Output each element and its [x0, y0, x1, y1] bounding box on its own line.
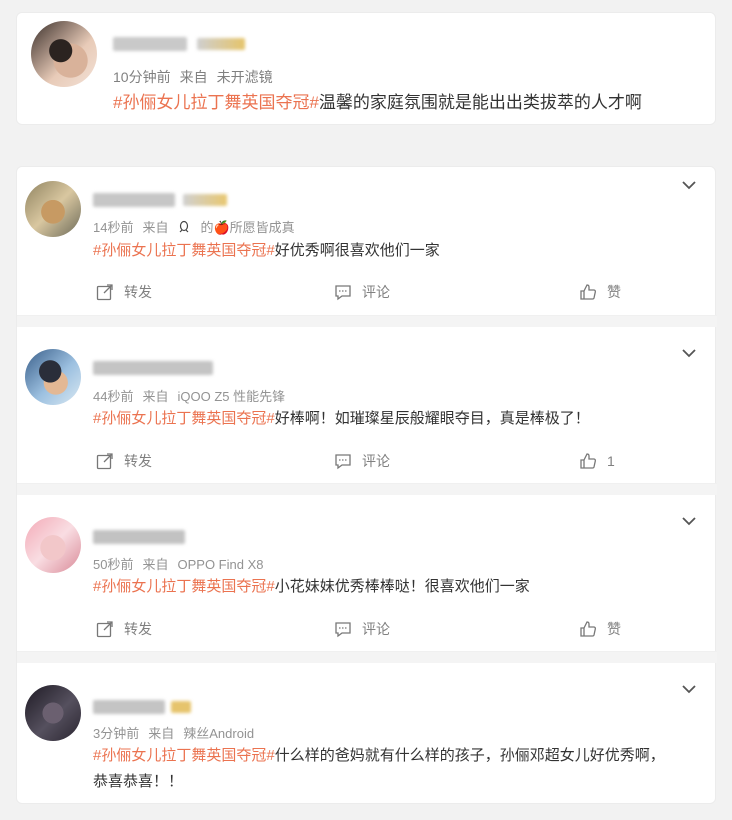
comment-icon [335, 285, 351, 301]
post-source: 未开滤镜 [216, 69, 273, 85]
from-label: 来自 [179, 69, 208, 85]
comment-meta: 3分钟前 来自 辣丝Android [93, 723, 254, 742]
avatar[interactable] [25, 685, 81, 741]
thumbs-up-icon [580, 453, 596, 469]
avatar[interactable] [25, 517, 81, 573]
like-button[interactable]: 赞 [579, 271, 621, 313]
comment-time[interactable]: 14秒前 [93, 220, 133, 235]
forward-icon [96, 621, 113, 638]
comment-text: #孙俪女儿拉丁舞英国夺冠#好优秀啊很喜欢他们一家 [93, 238, 440, 264]
forward-label: 转发 [124, 284, 152, 300]
post-body: 温馨的家庭氛围就是能出出类拔萃的人才啊 [318, 93, 642, 112]
comment-button[interactable]: 评论 [334, 440, 390, 482]
comment-body: 小花妹妹优秀棒棒哒！很喜欢他们一家 [274, 578, 530, 595]
comment-label: 评论 [362, 284, 390, 300]
avatar[interactable] [31, 21, 97, 87]
user-badge [183, 194, 227, 206]
comment-body: 好棒啊！如璀璨星辰般耀眼夺目，真是棒极了！ [274, 410, 590, 427]
like-button[interactable]: 1 [579, 440, 615, 482]
like-count: 1 [607, 453, 615, 469]
from-label: 来自 [142, 220, 169, 235]
user-badge [197, 38, 245, 50]
post-meta: 10分钟前 来自 未开滤镜 [113, 67, 273, 87]
chevron-down-icon[interactable] [681, 513, 697, 529]
forward-button[interactable]: 转发 [96, 440, 152, 482]
comment-icon [335, 622, 351, 638]
username[interactable] [93, 361, 213, 375]
username[interactable] [93, 700, 165, 714]
comment-body: 好优秀啊很喜欢他们一家 [274, 242, 440, 259]
forward-button[interactable]: 转发 [96, 608, 152, 650]
comment-label: 评论 [362, 621, 390, 637]
action-bar: 转发 评论 1 [17, 440, 717, 482]
divider [17, 483, 717, 495]
comment-icon [335, 454, 351, 470]
comment-text: #孙俪女儿拉丁舞英国夺冠#什么样的爸妈就有什么样的孩子，孙俪邓超女儿好优秀啊， … [93, 743, 703, 795]
comment-text: #孙俪女儿拉丁舞英国夺冠#小花妹妹优秀棒棒哒！很喜欢他们一家 [93, 574, 530, 600]
top-post-card: 10分钟前 来自 未开滤镜 #孙俪女儿拉丁舞英国夺冠#温馨的家庭氛围就是能出出类拔萃… [16, 12, 716, 125]
comment-meta: 50秒前 来自 OPPO Find X8 [93, 554, 263, 573]
forward-button[interactable]: 转发 [96, 271, 152, 313]
comment-meta: 14秒前 来自 的🍎所愿皆成真 [93, 217, 295, 236]
comment-source: OPPO Find X8 [177, 557, 264, 572]
chevron-down-icon[interactable] [681, 177, 697, 193]
from-label: 来自 [142, 389, 169, 404]
qq-icon [177, 220, 191, 234]
comment-time[interactable]: 3分钟前 [93, 726, 139, 741]
post-time[interactable]: 10分钟前 [113, 69, 171, 85]
chevron-down-icon[interactable] [681, 345, 697, 361]
post-text: #孙俪女儿拉丁舞英国夺冠#温馨的家庭氛围就是能出出类拔萃的人才啊 [113, 90, 642, 116]
comment-source: 辣丝Android [183, 726, 255, 741]
topic-tag[interactable]: #孙俪女儿拉丁舞英国夺冠# [93, 410, 275, 427]
comment-source: iQOO Z5 性能先锋 [177, 389, 286, 404]
from-label: 来自 [142, 557, 169, 572]
comment-source: 的🍎所愿皆成真 [200, 220, 295, 235]
chevron-down-icon[interactable] [681, 681, 697, 697]
like-label: 赞 [607, 621, 621, 637]
like-label: 赞 [607, 284, 621, 300]
forward-label: 转发 [124, 621, 152, 637]
topic-tag[interactable]: #孙俪女儿拉丁舞英国夺冠# [93, 242, 275, 259]
comment-body: 什么样的爸妈就有什么样的孩子，孙俪邓超女儿好优秀啊， [274, 747, 665, 764]
topic-tag[interactable]: #孙俪女儿拉丁舞英国夺冠# [113, 93, 319, 112]
comment-button[interactable]: 评论 [334, 608, 390, 650]
comment-time[interactable]: 44秒前 [93, 389, 133, 404]
action-bar: 转发 评论 赞 [17, 271, 717, 313]
username[interactable] [93, 530, 185, 544]
forward-label: 转发 [124, 453, 152, 469]
like-button[interactable]: 赞 [579, 608, 621, 650]
avatar[interactable] [25, 181, 81, 237]
forward-icon [96, 453, 113, 470]
from-label: 来自 [148, 726, 175, 741]
comment-meta: 44秒前 来自 iQOO Z5 性能先锋 [93, 386, 285, 405]
comment-label: 评论 [362, 453, 390, 469]
user-badge [171, 701, 191, 713]
topic-tag[interactable]: #孙俪女儿拉丁舞英国夺冠# [93, 747, 275, 764]
thumbs-up-icon [580, 284, 596, 300]
username[interactable] [113, 37, 187, 51]
comment-button[interactable]: 评论 [334, 271, 390, 313]
action-bar: 转发 评论 赞 [17, 608, 717, 650]
comment-time[interactable]: 50秒前 [93, 557, 133, 572]
comments-card: 14秒前 来自 的🍎所愿皆成真 #孙俪女儿拉丁舞英国夺冠#好优秀啊很喜欢他们一家 转… [16, 166, 717, 804]
forward-icon [96, 284, 113, 301]
username[interactable] [93, 193, 175, 207]
comment-text: #孙俪女儿拉丁舞英国夺冠#好棒啊！如璀璨星辰般耀眼夺目，真是棒极了！ [93, 406, 590, 432]
divider [17, 315, 717, 327]
topic-tag[interactable]: #孙俪女儿拉丁舞英国夺冠# [93, 578, 275, 595]
avatar[interactable] [25, 349, 81, 405]
comment-body-line2: 恭喜恭喜！！ [93, 773, 184, 790]
thumbs-up-icon [580, 621, 596, 637]
divider [17, 651, 717, 663]
